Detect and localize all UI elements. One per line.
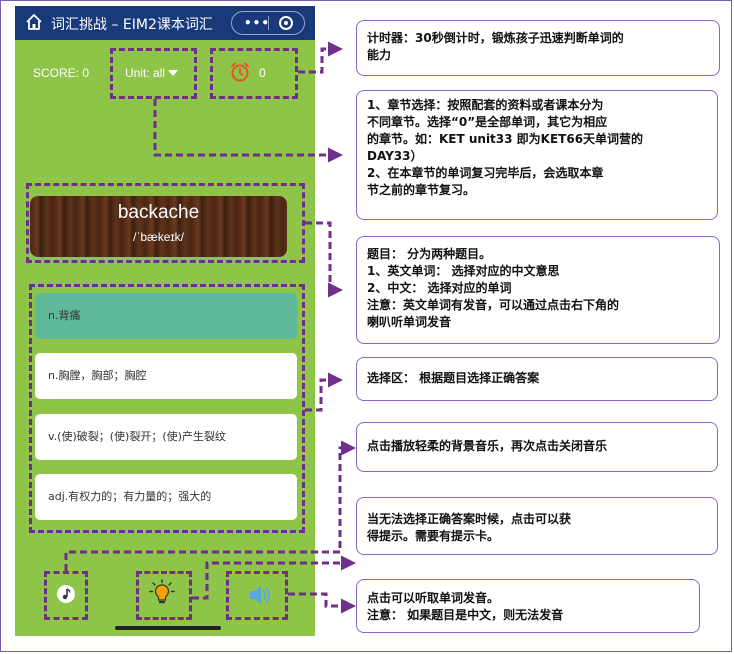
- note-line: 当无法选择正确答案时候，点击可以获: [367, 512, 572, 526]
- note-line: 得提示。需要有提示卡。: [367, 529, 500, 543]
- music-note: 点击播放轻柔的背景音乐，再次点击关闭音乐: [356, 422, 718, 472]
- note-line: 的章节。如：KET unit33 即为KET66天单词营的: [367, 132, 644, 146]
- note-line: 2、中文： 选择对应的单词: [367, 281, 512, 295]
- question-note: 题目： 分为两种题目。 1、英文单词： 选择对应的中文意思 2、中文： 选择对应…: [356, 236, 720, 344]
- note-line: 1、英文单词： 选择对应的中文意思: [367, 264, 560, 278]
- note-line: 点击播放轻柔的背景音乐，再次点击关闭音乐: [367, 439, 608, 453]
- timer-note: 计时器：30秒倒计时，锻炼孩子迅速判断单词的 能力: [356, 20, 720, 76]
- note-line: 不同章节。选择“0”是全部单词，其它为相应: [367, 115, 608, 129]
- note-line: 注意： 如果题目是中文，则无法发音: [367, 608, 564, 622]
- note-line: 题目： 分为两种题目。: [367, 247, 492, 261]
- options-note: 选择区： 根据题目选择正确答案: [356, 357, 718, 401]
- note-line: 选择区： 根据题目选择正确答案: [367, 371, 540, 385]
- hint-note: 当无法选择正确答案时候，点击可以获 得提示。需要有提示卡。: [356, 497, 718, 555]
- note-line: 点击可以听取单词发音。: [367, 591, 500, 605]
- note-line: 计时器：30秒倒计时，锻炼孩子迅速判断单词的: [367, 31, 624, 45]
- speaker-note: 点击可以听取单词发音。 注意： 如果题目是中文，则无法发音: [356, 579, 700, 633]
- note-line: 能力: [367, 48, 392, 62]
- note-line: 喇叭听单词发音: [367, 315, 452, 329]
- note-line: 节之前的章节复习。: [367, 183, 476, 197]
- unit-note: 1、章节选择：按照配套的资料或者课本分为 不同章节。选择“0”是全部单词，其它为…: [356, 90, 718, 220]
- note-line: 2、在本章节的单词复习完毕后，会选取本章: [367, 166, 604, 180]
- note-line: 1、章节选择：按照配套的资料或者课本分为: [367, 98, 604, 112]
- note-line: 注意：英文单词有发音，可以通过点击右下角的: [367, 298, 620, 312]
- note-line: DAY33）: [367, 149, 423, 163]
